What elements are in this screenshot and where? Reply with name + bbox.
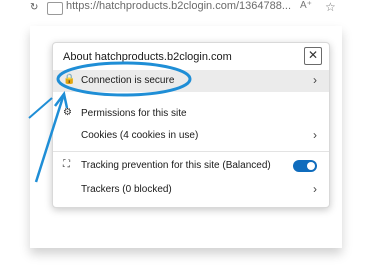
chevron-right-icon: › bbox=[313, 73, 317, 87]
refresh-icon[interactable]: ↻ bbox=[30, 2, 38, 13]
tracking-prevention-label: Tracking prevention for this site (Balan… bbox=[81, 160, 271, 171]
site-info-popup: About hatchproducts.b2clogin.com ✕ 🔒 Con… bbox=[52, 42, 330, 208]
chevron-right-icon: › bbox=[313, 128, 317, 142]
connection-secure-label: Connection is secure bbox=[81, 75, 175, 86]
popup-title: About hatchproducts.b2clogin.com bbox=[63, 51, 232, 63]
divider bbox=[53, 151, 329, 152]
connection-secure-item[interactable]: 🔒 Connection is secure › bbox=[53, 70, 329, 92]
address-bar-url[interactable]: https://hatchproducts.b2clogin.com/13647… bbox=[66, 0, 291, 12]
trackers-item[interactable]: Trackers (0 blocked) › bbox=[53, 179, 329, 201]
favorite-icon[interactable]: ☆ bbox=[325, 0, 336, 14]
close-button[interactable]: ✕ bbox=[304, 47, 322, 65]
tracking-prevention-toggle[interactable] bbox=[293, 160, 317, 172]
trackers-label: Trackers (0 blocked) bbox=[81, 184, 172, 195]
tracking-prevention-icon: ⛶ bbox=[63, 159, 70, 170]
toggle-knob bbox=[307, 162, 315, 170]
tracking-prevention-item: ⛶ Tracking prevention for this site (Bal… bbox=[53, 155, 329, 177]
chevron-right-icon: › bbox=[313, 182, 317, 196]
cookies-label: Cookies (4 cookies in use) bbox=[81, 130, 199, 141]
cookies-item[interactable]: Cookies (4 cookies in use) › bbox=[53, 125, 329, 147]
lock-icon: 🔒 bbox=[63, 74, 76, 85]
permissions-label: Permissions for this site bbox=[81, 108, 187, 119]
permissions-item[interactable]: ⚙ Permissions for this site bbox=[53, 103, 329, 125]
site-info-button[interactable] bbox=[47, 2, 63, 15]
read-aloud-icon[interactable]: A⁺ bbox=[300, 0, 312, 11]
permissions-icon: ⚙ bbox=[63, 107, 72, 118]
